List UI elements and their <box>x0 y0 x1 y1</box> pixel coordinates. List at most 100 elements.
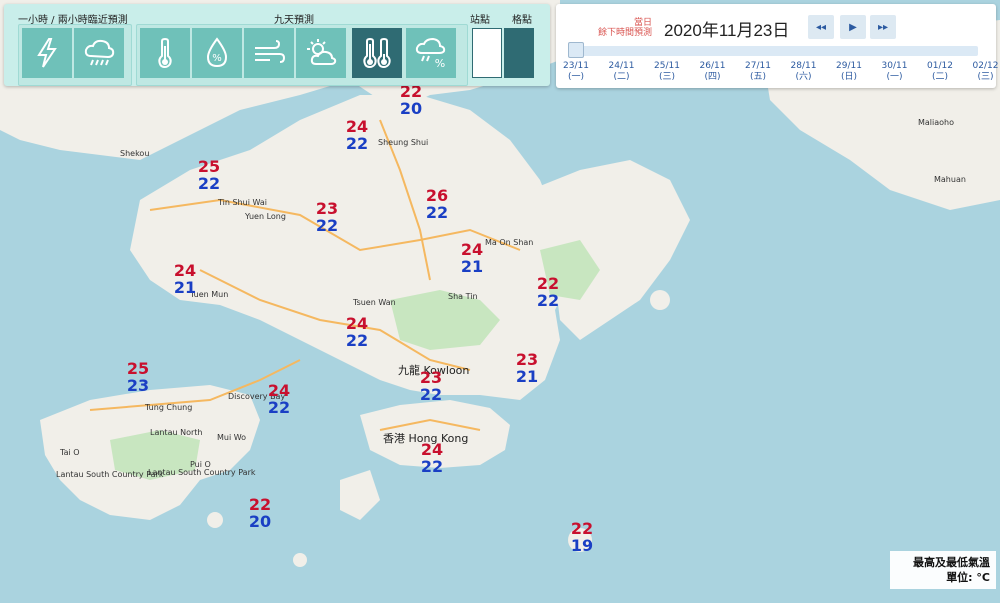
min-temp: 19 <box>570 536 594 555</box>
place-label: Sha Tin <box>448 292 478 301</box>
date-tick-weekday: (六) <box>795 72 812 82</box>
max-temp: 24 <box>173 261 197 280</box>
temp-marker[interactable]: 24 21 <box>455 241 489 275</box>
base-map[interactable] <box>0 0 1000 603</box>
weather-button[interactable] <box>296 28 346 78</box>
date-tick[interactable]: 23/11 (一) <box>558 61 594 83</box>
station-label: 站點 <box>470 15 490 26</box>
place-label: Tin Shui Wai <box>218 198 267 207</box>
temp-marker[interactable]: 24 22 <box>340 315 374 349</box>
temp-marker[interactable]: 23 22 <box>414 369 448 403</box>
temp-marker[interactable]: 22 20 <box>243 496 277 530</box>
max-min-temperature-button[interactable] <box>352 28 402 78</box>
max-temp: 23 <box>315 199 339 218</box>
date-tick-date: 29/11 <box>836 61 862 71</box>
date-tick[interactable]: 26/11 (四) <box>695 61 731 83</box>
date-tick-date: 30/11 <box>881 61 908 71</box>
max-min-temperature-icon <box>363 37 391 69</box>
rain-probability-button[interactable]: % <box>406 28 456 78</box>
date-tick-date: 02/12 <box>972 61 999 71</box>
rain-probability-icon: % <box>415 37 445 70</box>
temp-marker[interactable]: 26 22 <box>420 187 454 221</box>
temp-marker[interactable]: 24 22 <box>340 118 374 152</box>
island <box>207 512 223 528</box>
legend-unit: 單位: °C <box>946 571 990 584</box>
temp-marker[interactable]: 22 22 <box>531 275 565 309</box>
next-button[interactable]: ▸▸ <box>870 15 896 39</box>
date-tick-weekday: (五) <box>749 72 767 82</box>
place-label: Tung Chung <box>145 403 193 412</box>
island <box>293 553 307 567</box>
temp-marker[interactable]: 22 20 <box>394 83 428 117</box>
date-tick[interactable]: 25/11 (三) <box>649 61 685 83</box>
rain-cloud-icon <box>84 39 115 66</box>
date-tick-weekday: (三) <box>977 72 994 82</box>
rain-nowcast-button[interactable] <box>74 28 124 78</box>
min-temp: 20 <box>248 512 272 531</box>
date-tick-date: 23/11 <box>563 61 589 71</box>
today-label: 當日 餘下時間預測 <box>556 18 652 38</box>
legend-title: 最高及最低氣溫 <box>913 556 990 569</box>
temp-marker[interactable]: 24 22 <box>415 441 449 475</box>
temperature-button[interactable] <box>140 28 190 78</box>
min-temp: 22 <box>345 134 369 153</box>
max-temp: 23 <box>419 368 443 387</box>
place-label: Maliaoho <box>918 118 955 127</box>
temp-marker[interactable]: 25 22 <box>192 158 226 192</box>
today-label-line1: 當日 <box>633 18 652 28</box>
place-label: Mui Wo <box>217 433 247 442</box>
place-label: Ma On Shan <box>485 238 534 247</box>
svg-text:%: % <box>435 57 445 70</box>
date-tick-weekday: (一) <box>886 72 903 82</box>
date-tick[interactable]: 28/11 (六) <box>786 61 822 83</box>
date-tick[interactable]: 01/12 (二) <box>922 61 958 83</box>
date-tick-date: 26/11 <box>699 61 726 71</box>
temp-marker[interactable]: 24 21 <box>168 262 202 296</box>
min-temp: 20 <box>399 99 423 118</box>
date-tick-date: 01/12 <box>927 61 953 71</box>
date-slider-track[interactable] <box>570 46 978 56</box>
temp-marker[interactable]: 22 19 <box>565 520 599 554</box>
svg-text:%: % <box>212 53 222 64</box>
date-tick[interactable]: 30/11 (一) <box>877 61 913 83</box>
date-tick-date: 24/11 <box>608 61 635 71</box>
place-label: Mahuan <box>934 175 966 184</box>
date-tick[interactable]: 29/11 (日) <box>831 61 867 83</box>
max-temp: 24 <box>345 314 369 333</box>
wind-button[interactable] <box>244 28 294 78</box>
max-temp: 22 <box>570 519 594 538</box>
min-temp: 23 <box>126 376 150 395</box>
temp-marker[interactable]: 24 22 <box>262 382 296 416</box>
date-tick[interactable]: 24/11 (二) <box>604 61 640 83</box>
station-toggle[interactable] <box>472 28 502 78</box>
date-tick[interactable]: 27/11 (五) <box>740 61 776 83</box>
grid-label: 格點 <box>512 15 532 26</box>
island <box>650 290 670 310</box>
play-button[interactable]: ▶ <box>840 15 866 39</box>
min-temp: 22 <box>315 216 339 235</box>
place-label: Sheung Shui <box>378 138 429 147</box>
max-temp: 22 <box>248 495 272 514</box>
date-tick[interactable]: 02/12 (三) <box>968 61 1000 83</box>
max-temp: 22 <box>536 274 560 293</box>
lightning-button[interactable] <box>22 28 72 78</box>
min-temp: 22 <box>345 331 369 350</box>
temp-marker[interactable]: 23 21 <box>510 351 544 385</box>
thermometer-icon <box>158 37 172 69</box>
min-temp: 22 <box>536 291 560 310</box>
previous-button[interactable]: ◂◂ <box>808 15 834 39</box>
date-tick-weekday: (二) <box>931 72 949 82</box>
max-temp: 24 <box>267 381 291 400</box>
min-temp: 22 <box>419 385 443 404</box>
forecast-toolbar: 一小時 / 兩小時臨近預測 九天預測 站點 格點 % % <box>4 4 550 86</box>
min-temp: 21 <box>460 257 484 276</box>
humidity-button[interactable]: % <box>192 28 242 78</box>
temp-marker[interactable]: 23 22 <box>310 200 344 234</box>
current-date: 2020年11月23日 <box>664 21 790 40</box>
place-label: Yuen Long <box>245 212 286 221</box>
grid-toggle[interactable] <box>504 28 534 78</box>
date-tick-weekday: (一) <box>567 72 585 82</box>
date-tick-weekday: (四) <box>704 72 721 82</box>
date-slider-handle[interactable] <box>568 42 584 58</box>
temp-marker[interactable]: 25 23 <box>121 360 155 394</box>
